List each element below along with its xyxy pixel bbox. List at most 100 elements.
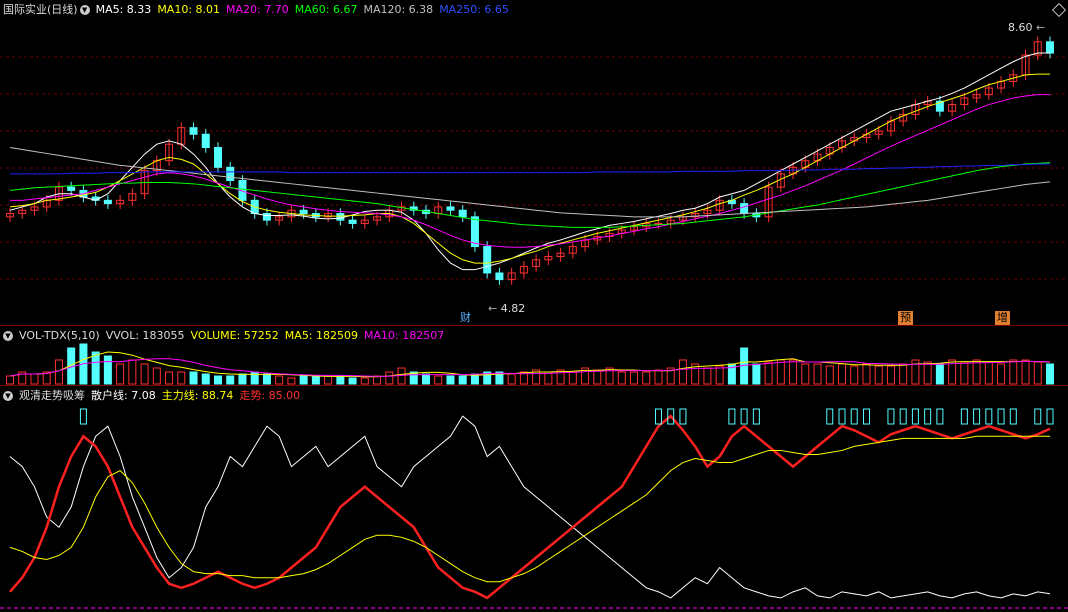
volume-bar [103, 355, 112, 385]
retail-line-readout: 散户线: 7.08 [91, 389, 156, 402]
signal-box [679, 408, 687, 425]
candle-body [740, 203, 749, 215]
signal-box [973, 408, 981, 425]
vol-title: VOL-TDX(5,10) [19, 329, 100, 342]
volume-bar [140, 363, 149, 385]
volume-bar [984, 361, 993, 385]
chevron-down-icon[interactable]: ▼ [79, 5, 90, 15]
volume-bar [899, 363, 908, 385]
price-header: 国际实业(日线) ▼ MA5: 8.33 MA10: 8.01 MA20: 7.70 MA… [0, 0, 515, 20]
signal-box [911, 408, 919, 425]
marker-yu[interactable]: 预 [898, 311, 913, 325]
signal-box [997, 408, 1005, 425]
ma-line-ma10 [9, 73, 1050, 264]
volume-bar [6, 375, 14, 385]
chevron-down-icon[interactable]: ▼ [3, 391, 13, 401]
volume-bar [287, 377, 296, 385]
volume-bar [299, 375, 308, 385]
signal-box [728, 408, 736, 425]
signal-box [79, 408, 87, 425]
volume-bar [458, 375, 467, 385]
candle-body [446, 206, 455, 211]
indicator-header: ▼ 观清走势吸筹 散户线: 7.08 主力线: 88.74 走势: 85.00 [0, 386, 306, 406]
volume-bar [422, 373, 430, 385]
volume-bar [715, 365, 724, 385]
volume-panel[interactable]: ▼ VOL-TDX(5,10) VVOL: 183055 VOLUME: 57252 M… [0, 326, 1068, 386]
main-force-readout: 主力线: 88.74 [161, 389, 234, 402]
vol-ma5-readout: MA5: 182509 [284, 329, 359, 342]
volume-bar [862, 363, 871, 385]
volume-bar [776, 359, 785, 385]
ma60-readout: MA60: 6.67 [294, 3, 358, 16]
volume-bar [507, 373, 516, 385]
candle-body [336, 213, 345, 221]
volume-bar [997, 363, 1006, 385]
volume-bar [262, 373, 271, 385]
signal-box [960, 408, 968, 425]
volume-bar [825, 365, 834, 385]
volume-bar [177, 371, 186, 385]
volume-bar [324, 375, 333, 385]
indicator-line-2 [9, 435, 1050, 583]
ma5-readout: MA5: 8.33 [95, 3, 152, 16]
stock-title: 国际实业(日线) [3, 3, 78, 16]
volume-bar [91, 351, 100, 385]
vol-ma10-readout: MA10: 182507 [364, 329, 445, 342]
volume-bar [189, 371, 198, 385]
volume-header: ▼ VOL-TDX(5,10) VVOL: 183055 VOLUME: 57252 M… [0, 326, 450, 346]
volume-bar [960, 361, 969, 385]
signal-box [1046, 408, 1054, 425]
volume-bar [434, 375, 443, 385]
volume-readout: VOLUME: 57252 [190, 329, 279, 342]
candle-body [201, 133, 210, 148]
indicator-chart[interactable] [0, 386, 1068, 612]
volume-bar [935, 363, 944, 385]
volume-bar [214, 375, 222, 385]
volume-bar [568, 371, 577, 385]
candle-body [262, 213, 271, 221]
signal-box [740, 408, 748, 425]
volume-bar [886, 365, 895, 385]
volume-bar [1021, 359, 1030, 385]
candle-body [214, 146, 222, 168]
chevron-down-icon[interactable]: ▼ [3, 331, 13, 341]
candle-body [103, 199, 112, 205]
signal-box [752, 408, 760, 425]
volume-bar [1033, 361, 1042, 385]
volume-bar [1046, 363, 1054, 385]
candle-body [299, 209, 308, 215]
signal-box [924, 408, 932, 425]
ma-line-ma20 [10, 94, 1050, 248]
candle-body [495, 272, 504, 281]
signal-box [654, 408, 662, 425]
price-chart[interactable] [0, 0, 1068, 326]
volume-bar [311, 375, 320, 385]
ma-line-ma5 [9, 52, 1050, 271]
volume-bar [128, 359, 137, 385]
volume-bar [654, 369, 663, 385]
marker-cai[interactable]: 财 [458, 311, 473, 325]
volume-bar [850, 365, 859, 385]
volume-bar [972, 359, 981, 385]
volume-bar [30, 373, 39, 385]
price-panel[interactable]: 国际实业(日线) ▼ MA5: 8.33 MA10: 8.01 MA20: 7.70 MA… [0, 0, 1068, 326]
signal-box [1009, 408, 1017, 425]
indicator-panel[interactable]: ▼ 观清走势吸筹 散户线: 7.08 主力线: 88.74 走势: 85.00 [0, 386, 1068, 612]
candle-body [226, 166, 235, 182]
ma10-readout: MA10: 8.01 [157, 3, 221, 16]
volume-bar [348, 377, 357, 385]
volume-bar [813, 363, 822, 385]
trend-readout: 走势: 85.00 [239, 389, 301, 402]
volume-bar [874, 365, 883, 385]
volume-bar [250, 371, 259, 385]
indicator-title: 观清走势吸筹 [19, 389, 85, 402]
volume-bar [801, 363, 810, 385]
signal-box [936, 408, 944, 425]
volume-bar [275, 375, 284, 385]
signal-box [887, 408, 895, 425]
marker-zeng[interactable]: 增 [995, 311, 1010, 325]
volume-bar [116, 363, 125, 385]
volume-bar [54, 359, 63, 385]
period-low-label: ← 4.82 [488, 302, 526, 315]
ma-line-ma250 [10, 163, 1050, 175]
